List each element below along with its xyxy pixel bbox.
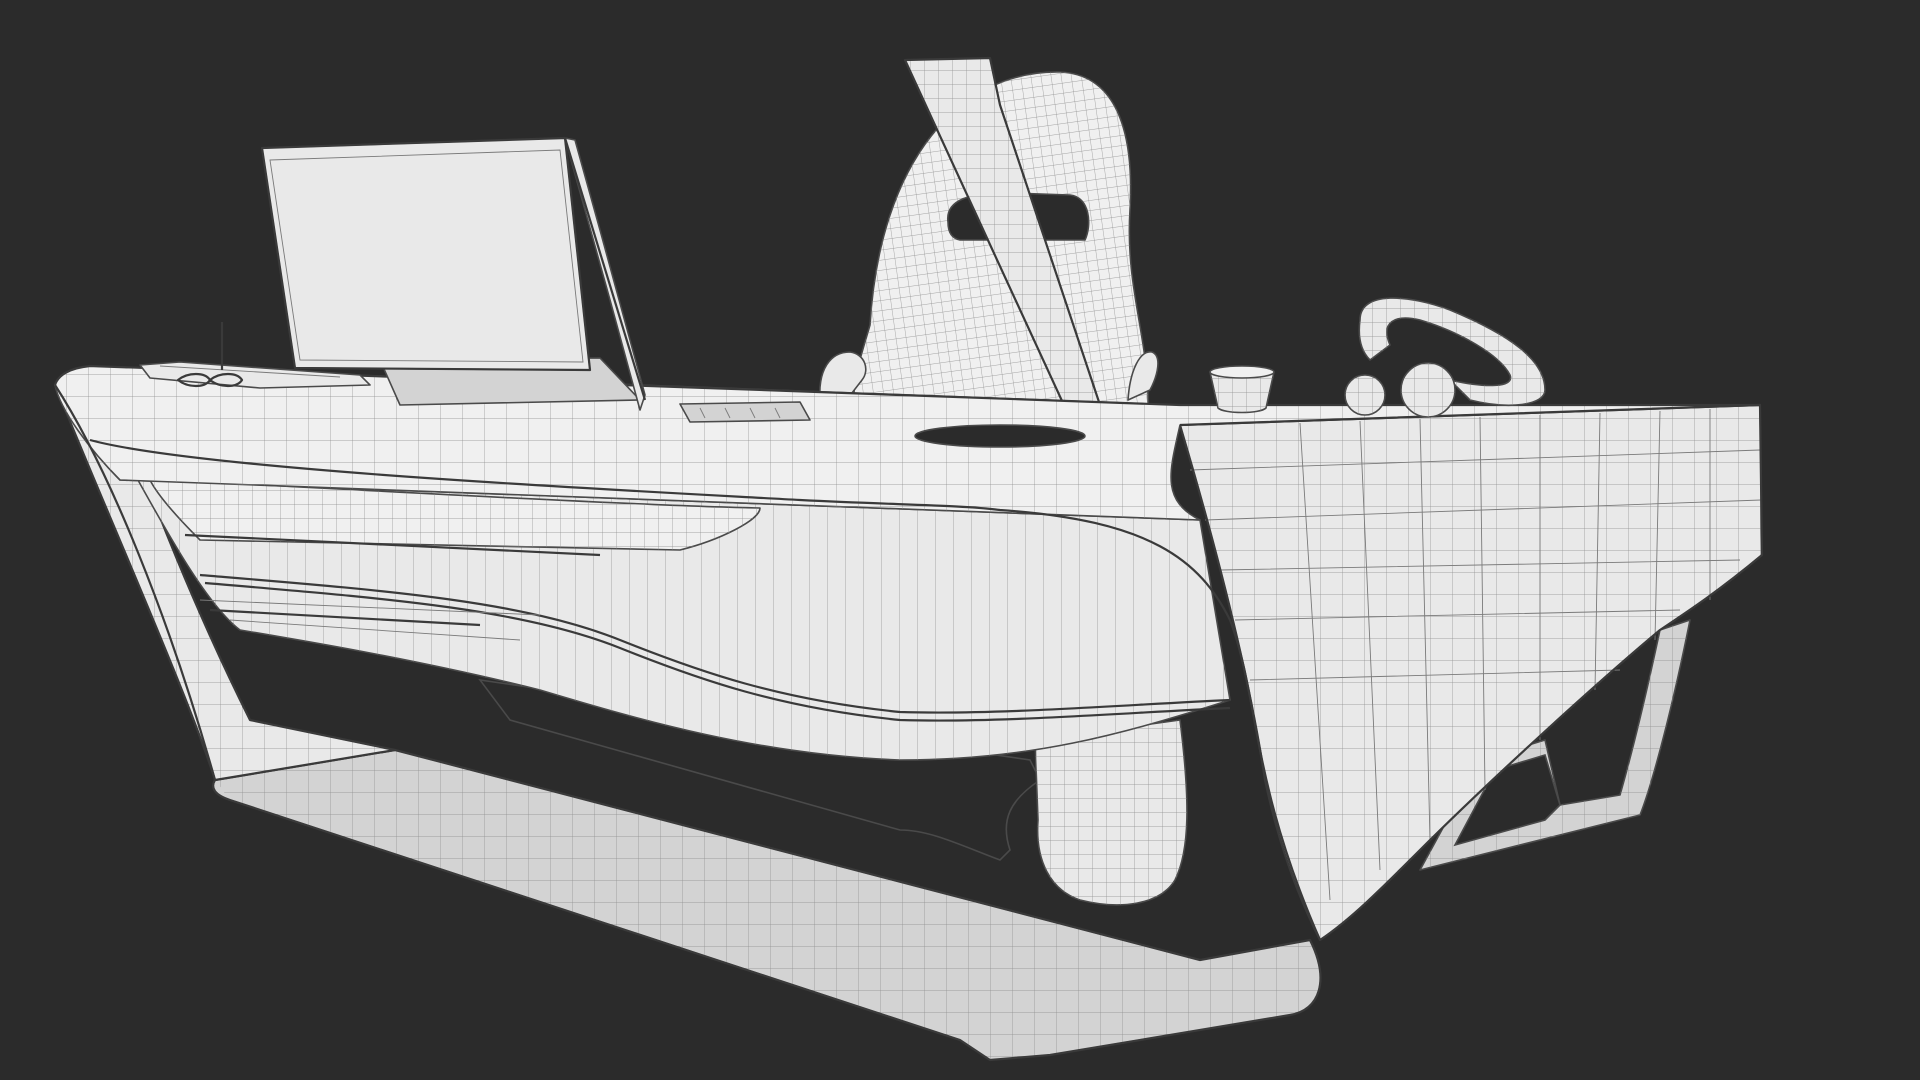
cup xyxy=(1209,365,1275,414)
desk-body xyxy=(53,364,1764,1062)
desk-render xyxy=(53,56,1764,1062)
monitor xyxy=(260,136,647,411)
desk-control-pad xyxy=(679,401,811,423)
desk-cable-hole xyxy=(914,424,1086,448)
monitor-screen xyxy=(261,137,591,371)
desk-sculpture xyxy=(1344,297,1546,418)
render-viewport xyxy=(0,0,1920,1080)
office-chair xyxy=(819,56,1159,442)
